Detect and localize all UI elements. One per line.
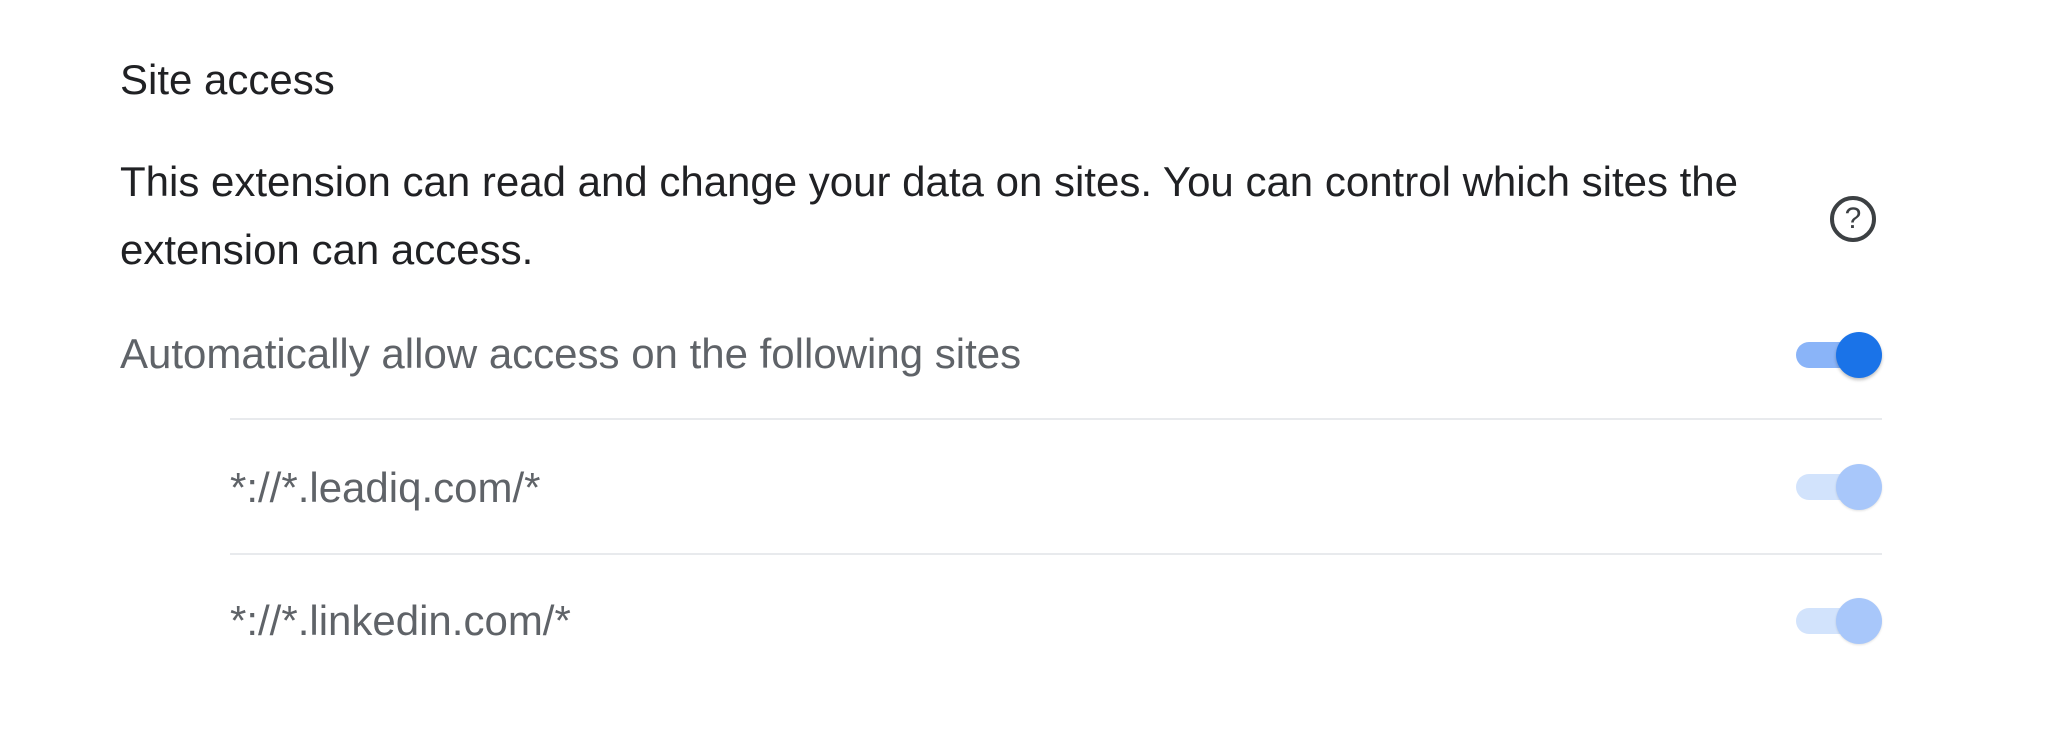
auto-allow-toggle[interactable] — [1796, 332, 1882, 378]
site-pattern-leadiq: *://*.leadiq.com/* — [230, 464, 541, 511]
toggle-knob — [1836, 598, 1882, 644]
toggle-knob — [1836, 464, 1882, 510]
toggle-knob — [1836, 332, 1882, 378]
divider — [230, 418, 1882, 420]
auto-allow-label: Automatically allow access on the follow… — [120, 330, 1022, 377]
site-toggle-leadiq[interactable] — [1796, 464, 1882, 510]
divider — [230, 553, 1882, 555]
site-access-description: This extension can read and change your … — [120, 158, 1739, 273]
site-pattern-linkedin: *://*.linkedin.com/* — [230, 597, 571, 644]
section-title: Site access — [120, 56, 335, 103]
site-access-panel: Site access This extension can read and … — [0, 0, 2048, 747]
site-toggle-linkedin[interactable] — [1796, 598, 1882, 644]
help-circle-icon[interactable]: ? — [1830, 196, 1876, 242]
